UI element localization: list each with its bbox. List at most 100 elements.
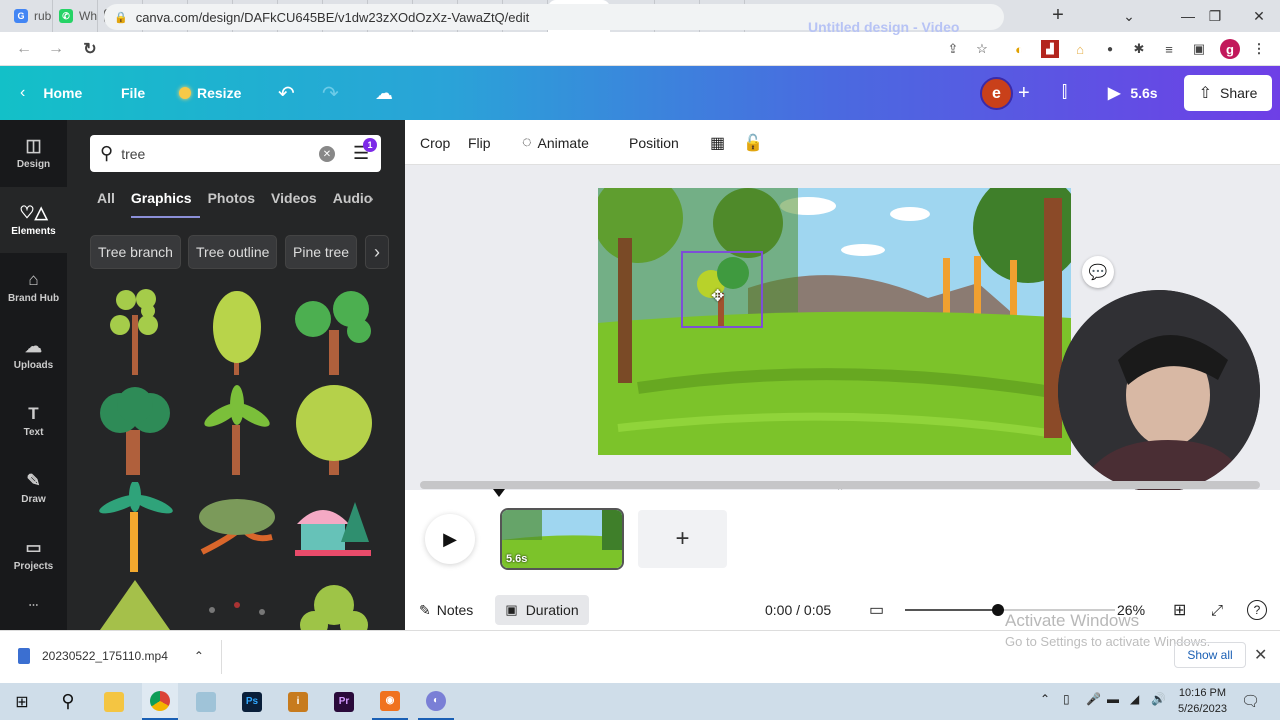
chips-next-button[interactable]: › [365,235,389,269]
reading-list-icon[interactable]: ≡ [1160,40,1178,58]
rail-item-text[interactable]: T Text [0,388,67,454]
extension-chart-icon[interactable]: ▟ [1041,40,1059,58]
graphic-tree-4[interactable] [90,385,180,475]
chevron-up-icon[interactable]: ⌃ [194,649,204,663]
graphic-bonsai[interactable] [192,482,282,572]
timeline-play-button[interactable]: ▶ [425,514,475,564]
close-window-button[interactable]: ✕ [1236,0,1280,32]
show-all-downloads-button[interactable]: Show all [1174,642,1246,668]
graphic-tree-8[interactable] [289,580,379,630]
lock-toggle-icon[interactable]: 🔓 [743,120,763,165]
suggestion-chip[interactable]: Pine tree [285,235,358,269]
add-collaborator-button[interactable]: + [1018,66,1030,120]
taskbar-clock[interactable]: 10:16 PM 5/26/2023 [1178,685,1227,717]
timeline-clip[interactable]: 5.6s [500,508,624,570]
rail-more-icon[interactable]: ⋯ [0,590,67,620]
suggestion-chip[interactable]: Tree branch [90,235,181,269]
resize-button[interactable]: Resize [179,66,241,120]
notifications-icon[interactable]: 🗨 [1241,692,1260,710]
fullscreen-icon[interactable]: ⤢ [1211,590,1223,630]
start-button[interactable]: ⊞ [4,683,40,720]
tray-overflow-icon[interactable]: ⌃ [1040,692,1050,706]
reload-button[interactable]: ↻ [76,39,104,59]
category-tab-photos[interactable]: Photos [208,188,263,218]
notepad-button[interactable] [188,683,224,720]
graphic-tree-3[interactable] [289,285,379,375]
extension-lock-icon[interactable]: ⌂ [1071,40,1089,58]
playhead[interactable] [493,489,505,497]
tray-microphone-icon[interactable]: 🎤 [1086,692,1101,706]
grid-view-icon[interactable]: ⊞ [1173,590,1186,630]
notes-button[interactable]: ✎ Notes [419,590,473,630]
back-button[interactable]: ← [10,40,38,58]
file-menu-button[interactable]: File [121,66,145,120]
share-button[interactable]: ⇧ Share [1184,75,1272,111]
download-item[interactable]: 20230522_175110.mp4 ⌃ [18,640,204,672]
home-button[interactable]: ‹ Home [20,66,82,120]
extension-s-icon[interactable]: ◐ [1010,40,1028,58]
cloud-save-icon[interactable]: ☁ [375,66,393,120]
chrome-button[interactable] [142,683,178,720]
forward-button[interactable]: → [42,40,70,58]
close-downloads-icon[interactable]: ✕ [1254,645,1267,665]
new-tab-button[interactable]: + [1043,4,1073,27]
browser-tab[interactable]: Grub t [8,0,53,32]
restore-button[interactable]: ❐ [1192,0,1238,32]
graphic-tree-2[interactable] [192,285,282,375]
rail-item-projects[interactable]: ▭ Projects [0,522,67,588]
rail-item-elements[interactable]: ♡△ Elements [0,187,67,253]
inpage-button[interactable]: i [280,683,316,720]
rail-item-uploads[interactable]: ☁ Uploads [0,321,67,387]
design-title[interactable]: Untitled design - Video [808,0,959,54]
graphic-palm-2[interactable] [90,482,180,572]
undo-button[interactable]: ↶ [278,66,295,120]
graphic-tree-7[interactable] [192,580,282,630]
extension-small-icon[interactable]: ● [1101,40,1119,58]
rail-item-brand-hub[interactable]: ⌂ Brand Hub [0,254,67,320]
rail-item-draw[interactable]: ✎ Draw [0,455,67,521]
photoshop-button[interactable]: Ps [234,683,270,720]
graphic-palm-1[interactable] [192,385,282,475]
timeline-view-icon[interactable]: ▭ [869,590,884,630]
flip-button[interactable]: Flip [468,120,491,165]
search-input[interactable] [121,145,302,162]
help-button[interactable]: ? [1247,590,1267,630]
tray-wifi-icon[interactable]: ◢ [1130,692,1139,706]
search-box[interactable]: ⚲ ✕ ☰ 1 [90,135,381,172]
bookmark-star-icon[interactable]: ☆ [973,40,991,58]
graphic-tree-5[interactable] [289,385,379,475]
crop-button[interactable]: Crop [420,120,450,165]
rail-item-design[interactable]: ◫ Design [0,120,67,186]
recorder-button[interactable]: ◉ [372,683,408,720]
side-panel-icon[interactable]: ▣ [1190,40,1208,58]
clear-search-icon[interactable]: ✕ [319,146,335,162]
category-tab-all[interactable]: All [97,188,123,218]
play-preview-button[interactable]: ▶ 5.6s [1108,66,1158,120]
add-comment-button[interactable]: 💬 [1082,256,1114,288]
category-tab-graphics[interactable]: Graphics [130,188,200,218]
insights-icon[interactable]: ⫿ [1062,66,1067,120]
graphic-tree-6[interactable] [90,580,180,630]
categories-next-icon[interactable]: › [369,190,374,206]
tray-battery-icon[interactable]: ▬ [1107,692,1119,706]
duration-button[interactable]: ▣ Duration [495,595,589,625]
bittorrent-button[interactable]: ◐ [418,683,454,720]
transparency-icon[interactable]: ▦ [710,120,725,165]
graphic-tree-1[interactable] [90,285,180,375]
collaborator-avatar[interactable]: e [980,77,1013,110]
zoom-slider-knob[interactable] [991,604,1004,616]
premiere-button[interactable]: Pr [326,683,362,720]
position-button[interactable]: Position [629,120,679,165]
add-page-button[interactable]: + [638,510,727,568]
suggestion-chip[interactable]: Tree outline [188,235,278,269]
tray-camera-icon[interactable]: ▯ [1063,692,1070,706]
browser-menu-icon[interactable]: ⋮ [1250,40,1268,58]
graphic-house-tree[interactable] [289,482,379,572]
search-taskbar-button[interactable]: ⚲ [50,683,86,720]
tray-volume-icon[interactable]: 🔊 [1151,692,1166,706]
extensions-puzzle-icon[interactable]: ✱ [1130,40,1148,58]
category-tab-videos[interactable]: Videos [271,188,325,218]
browser-tab[interactable]: ✆ What [53,0,98,32]
design-canvas[interactable] [598,188,1071,455]
file-explorer-button[interactable] [96,683,132,720]
